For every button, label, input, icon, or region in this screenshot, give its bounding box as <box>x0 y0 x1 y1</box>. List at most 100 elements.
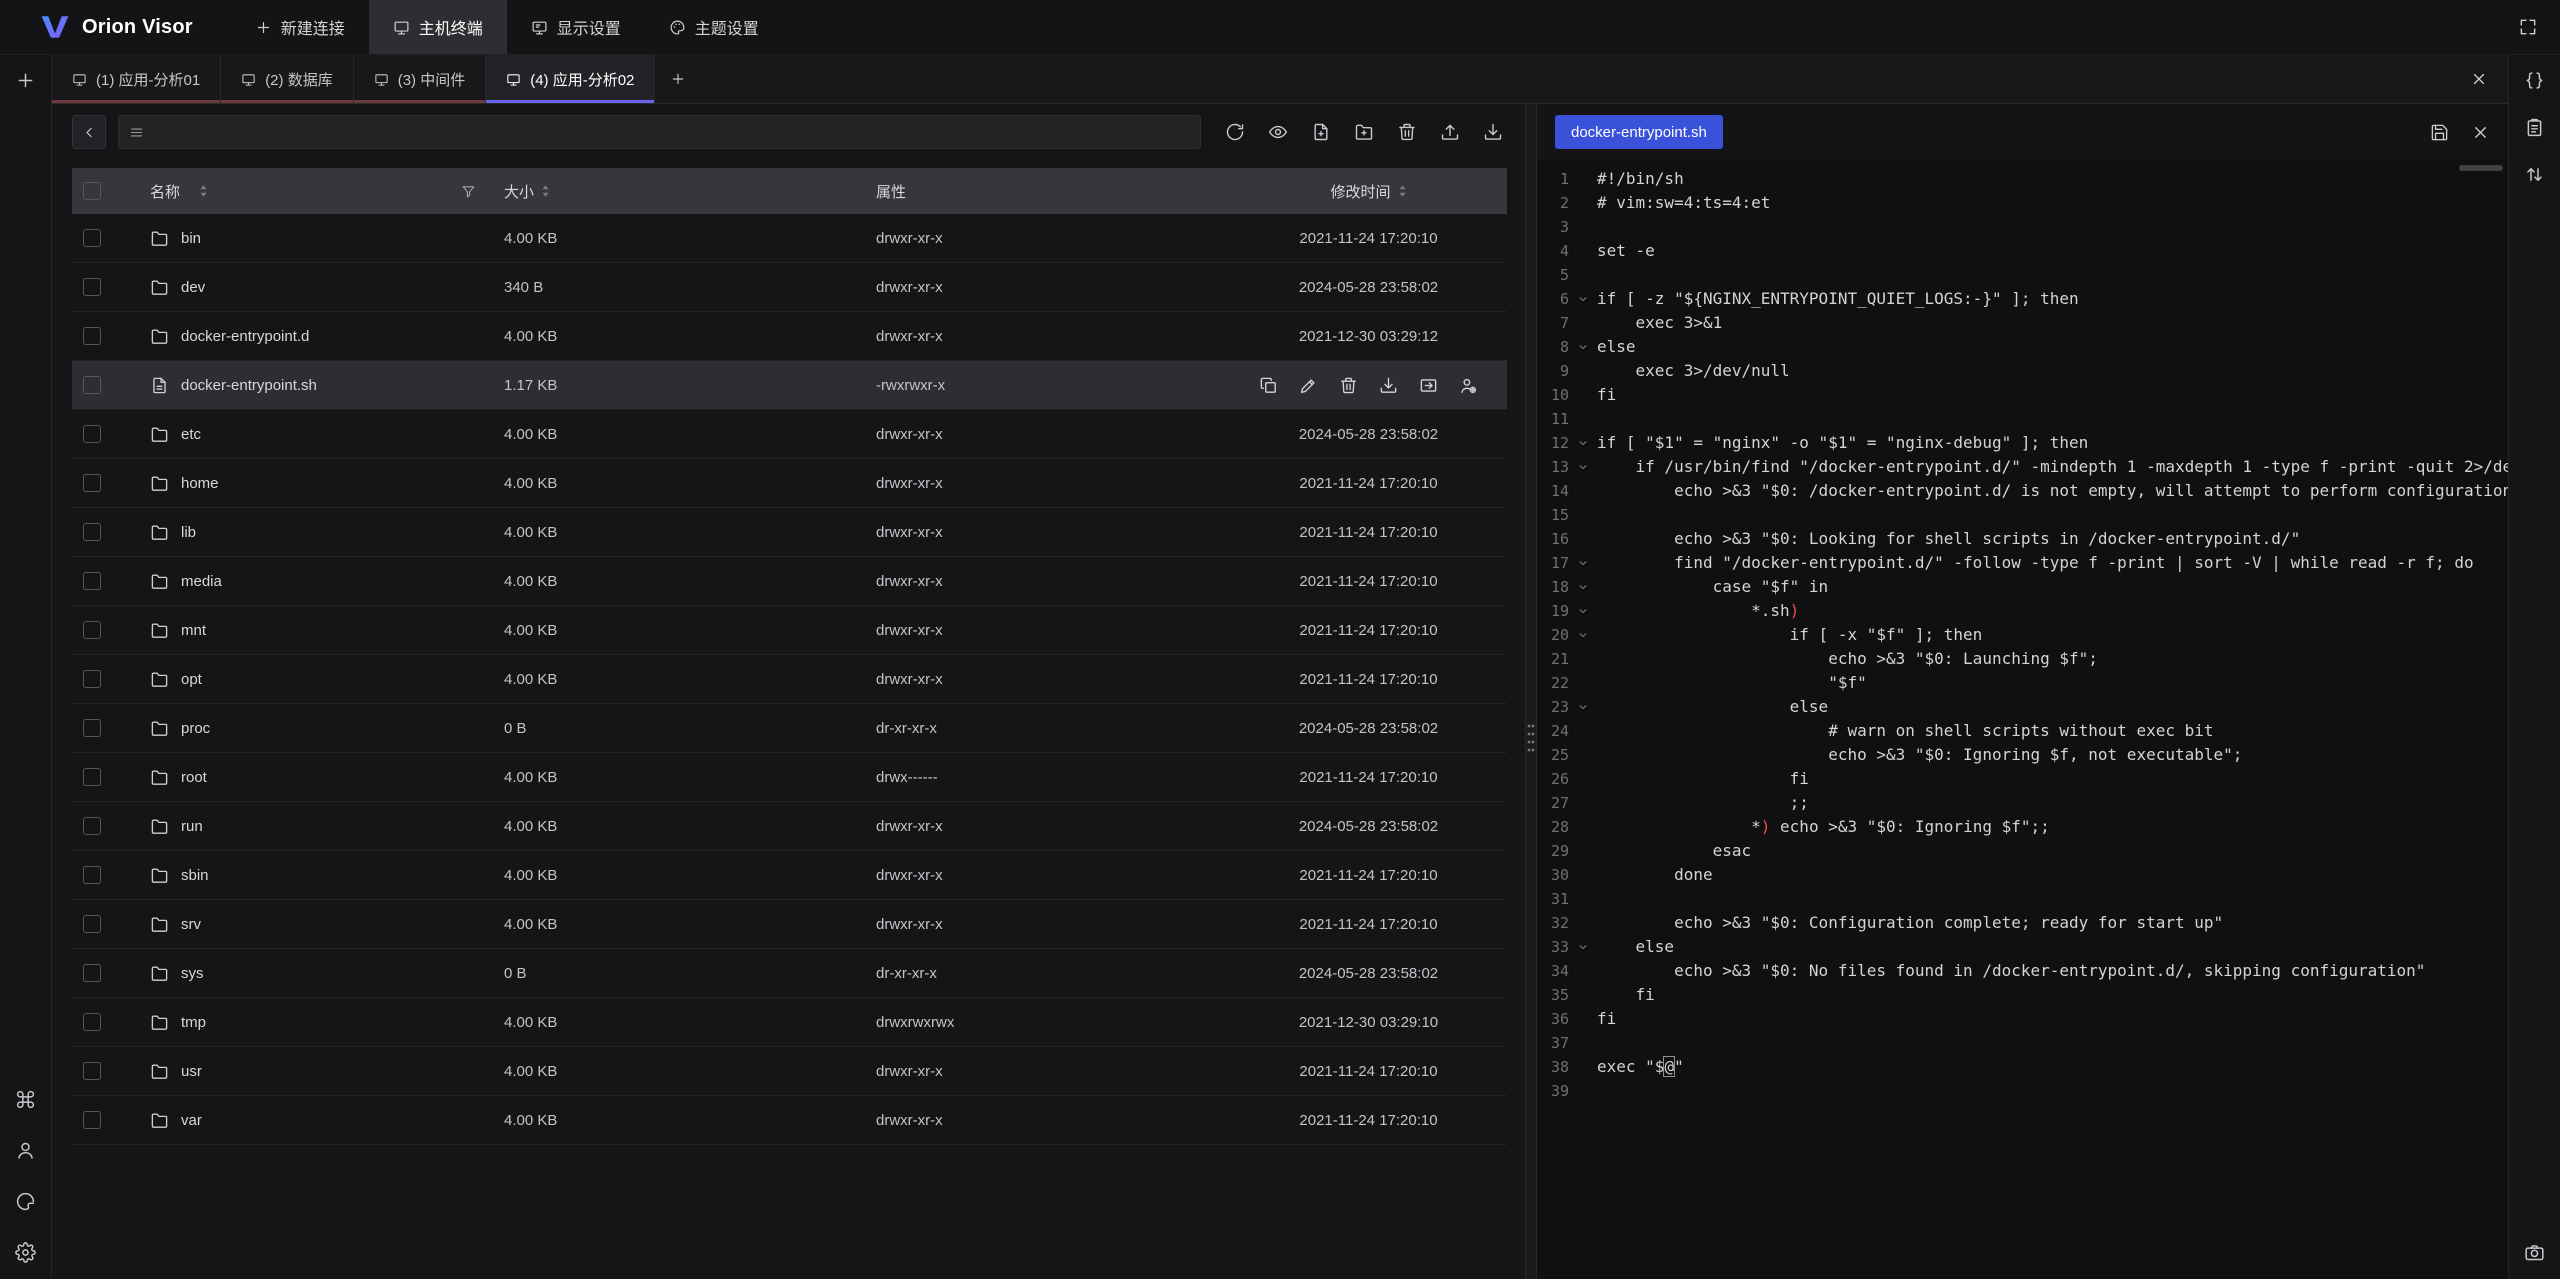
fold-chevron-icon[interactable] <box>1569 935 1597 959</box>
table-row[interactable]: media4.00 KBdrwxr-xr-x2021-11-24 17:20:1… <box>72 557 1507 606</box>
row-checkbox[interactable] <box>83 866 101 884</box>
table-row[interactable]: etc4.00 KBdrwxr-xr-x2024-05-28 23:58:02 <box>72 410 1507 459</box>
file-name[interactable]: proc <box>181 720 210 737</box>
download-icon[interactable] <box>1379 376 1398 395</box>
terminal-tab[interactable]: (3) 中间件 <box>354 55 487 103</box>
row-checkbox[interactable] <box>83 1062 101 1080</box>
file-name[interactable]: opt <box>181 671 202 688</box>
fold-chevron-icon[interactable] <box>1569 695 1597 719</box>
fold-chevron-icon[interactable] <box>1569 455 1597 479</box>
menu-item-theme[interactable]: 主题设置 <box>645 0 783 54</box>
menu-item-display[interactable]: 显示设置 <box>507 0 645 54</box>
file-name[interactable]: lib <box>181 524 196 541</box>
refresh-icon[interactable] <box>1225 122 1245 142</box>
row-checkbox[interactable] <box>83 523 101 541</box>
upload-icon[interactable] <box>1440 122 1460 142</box>
edit-icon[interactable] <box>1299 376 1318 395</box>
row-checkbox[interactable] <box>83 327 101 345</box>
table-row[interactable]: tmp4.00 KBdrwxrwxrwx2021-12-30 03:29:10 <box>72 998 1507 1047</box>
file-name[interactable]: run <box>181 818 203 835</box>
fold-chevron-icon[interactable] <box>1569 287 1597 311</box>
row-checkbox[interactable] <box>83 425 101 443</box>
select-all-checkbox[interactable] <box>83 182 101 200</box>
editor-file-tab[interactable]: docker-entrypoint.sh <box>1555 115 1723 149</box>
row-checkbox[interactable] <box>83 621 101 639</box>
file-name[interactable]: root <box>181 769 207 786</box>
menu-item-plus[interactable]: 新建连接 <box>231 0 369 54</box>
preview-icon[interactable] <box>1268 122 1288 142</box>
table-row[interactable]: home4.00 KBdrwxr-xr-x2021-11-24 17:20:10 <box>72 459 1507 508</box>
panel-resizer[interactable] <box>1525 104 1537 1279</box>
new-icon[interactable] <box>15 70 36 91</box>
table-row[interactable]: sbin4.00 KBdrwxr-xr-x2021-11-24 17:20:10 <box>72 851 1507 900</box>
sort-mtime-icon[interactable] <box>1398 184 1407 198</box>
filter-icon[interactable] <box>461 184 476 199</box>
row-checkbox[interactable] <box>83 229 101 247</box>
file-name[interactable]: tmp <box>181 1014 206 1031</box>
table-row[interactable]: docker-entrypoint.d4.00 KBdrwxr-xr-x2021… <box>72 312 1507 361</box>
new-folder-icon[interactable] <box>1354 122 1374 142</box>
fold-chevron-icon[interactable] <box>1569 335 1597 359</box>
table-row[interactable]: run4.00 KBdrwxr-xr-x2024-05-28 23:58:02 <box>72 802 1507 851</box>
row-checkbox[interactable] <box>83 376 101 394</box>
file-name[interactable]: var <box>181 1112 202 1129</box>
fullscreen-icon[interactable] <box>2496 0 2560 54</box>
close-editor-icon[interactable] <box>2471 123 2490 142</box>
file-name[interactable]: media <box>181 573 222 590</box>
row-checkbox[interactable] <box>83 817 101 835</box>
terminal-tab[interactable]: (4) 应用-分析02 <box>486 55 655 103</box>
delete-icon[interactable] <box>1339 376 1358 395</box>
row-checkbox[interactable] <box>83 1013 101 1031</box>
table-row[interactable]: dev340 Bdrwxr-xr-x2024-05-28 23:58:02 <box>72 263 1507 312</box>
table-row[interactable]: bin4.00 KBdrwxr-xr-x2021-11-24 17:20:10 <box>72 214 1507 263</box>
file-name[interactable]: dev <box>181 279 205 296</box>
terminal-tab[interactable]: (1) 应用-分析01 <box>52 55 221 103</box>
add-tab-button[interactable] <box>655 55 701 103</box>
row-checkbox[interactable] <box>83 474 101 492</box>
table-row[interactable]: opt4.00 KBdrwxr-xr-x2021-11-24 17:20:10 <box>72 655 1507 704</box>
fold-chevron-icon[interactable] <box>1569 623 1597 647</box>
clipboard-icon[interactable] <box>2524 117 2545 138</box>
file-name[interactable]: etc <box>181 426 201 443</box>
row-checkbox[interactable] <box>83 719 101 737</box>
row-checkbox[interactable] <box>83 964 101 982</box>
permission-icon[interactable] <box>1459 376 1478 395</box>
table-row[interactable]: lib4.00 KBdrwxr-xr-x2021-11-24 17:20:10 <box>72 508 1507 557</box>
file-name[interactable]: sbin <box>181 867 209 884</box>
row-checkbox[interactable] <box>83 768 101 786</box>
command-icon[interactable] <box>15 1089 36 1110</box>
table-row[interactable]: mnt4.00 KBdrwxr-xr-x2021-11-24 17:20:10 <box>72 606 1507 655</box>
file-name[interactable]: usr <box>181 1063 202 1080</box>
file-name[interactable]: srv <box>181 916 201 933</box>
user-icon[interactable] <box>15 1140 36 1161</box>
back-button[interactable] <box>72 115 106 149</box>
braces-icon[interactable] <box>2524 70 2545 91</box>
file-name[interactable]: docker-entrypoint.d <box>181 328 309 345</box>
menu-item-terminal[interactable]: 主机终端 <box>369 0 507 54</box>
download-icon[interactable] <box>1483 122 1503 142</box>
sort-size-icon[interactable] <box>541 184 550 198</box>
screenshot-icon[interactable] <box>2524 1242 2545 1263</box>
delete-icon[interactable] <box>1397 122 1417 142</box>
fold-chevron-icon[interactable] <box>1569 431 1597 455</box>
row-checkbox[interactable] <box>83 670 101 688</box>
editor-code[interactable]: 1#!/bin/sh2# vim:sw=4:ts=4:et34set -e56i… <box>1537 160 2508 1279</box>
scrollbar-thumb[interactable] <box>2459 165 2503 171</box>
fold-chevron-icon[interactable] <box>1569 599 1597 623</box>
path-input[interactable] <box>153 124 1190 141</box>
table-row[interactable]: root4.00 KBdrwx------2021-11-24 17:20:10 <box>72 753 1507 802</box>
new-file-icon[interactable] <box>1311 122 1331 142</box>
settings-icon[interactable] <box>15 1242 36 1263</box>
table-row[interactable]: usr4.00 KBdrwxr-xr-x2021-11-24 17:20:10 <box>72 1047 1507 1096</box>
row-checkbox[interactable] <box>83 572 101 590</box>
table-row[interactable]: srv4.00 KBdrwxr-xr-x2021-11-24 17:20:10 <box>72 900 1507 949</box>
table-row[interactable]: var4.00 KBdrwxr-xr-x2021-11-24 17:20:10 <box>72 1096 1507 1145</box>
row-checkbox[interactable] <box>83 278 101 296</box>
swap-icon[interactable] <box>2524 164 2545 185</box>
save-icon[interactable] <box>2430 123 2449 142</box>
row-checkbox[interactable] <box>83 915 101 933</box>
fold-chevron-icon[interactable] <box>1569 551 1597 575</box>
file-name[interactable]: mnt <box>181 622 206 639</box>
table-row[interactable]: sys0 Bdr-xr-xr-x2024-05-28 23:58:02 <box>72 949 1507 998</box>
transfer-icon[interactable] <box>1419 376 1438 395</box>
